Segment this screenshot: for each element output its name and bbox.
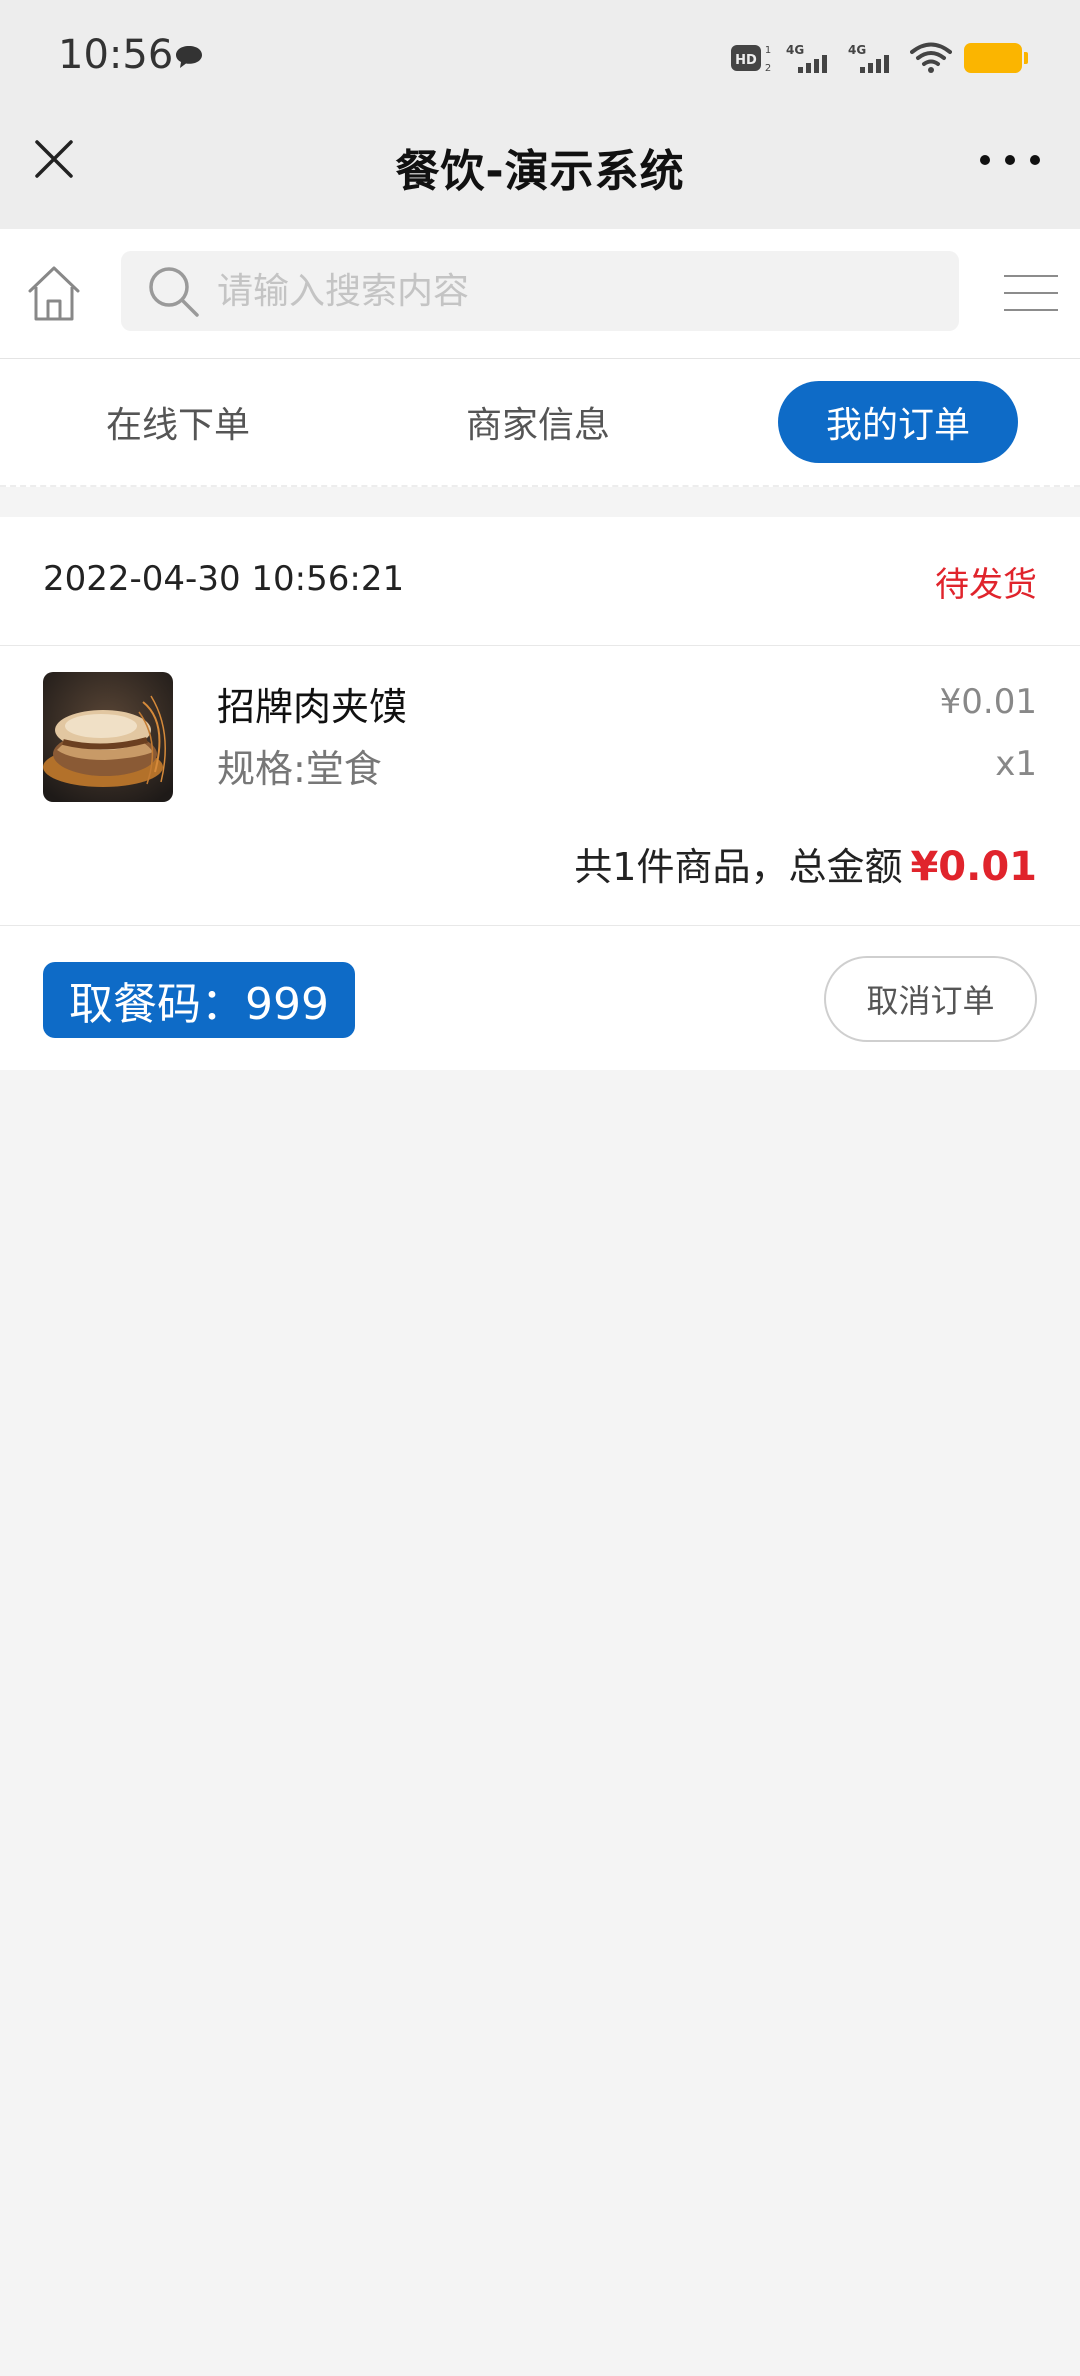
- search-icon: [149, 267, 199, 317]
- page-title: 餐饮-演示系统: [395, 146, 685, 197]
- title-bar: 餐饮-演示系统: [0, 115, 1080, 229]
- hd-label: HD: [735, 53, 757, 68]
- search-input[interactable]: [217, 251, 917, 331]
- status-indicators: HD 1 2 4G 4G: [730, 38, 1028, 78]
- more-dot: [980, 155, 990, 165]
- more-dot: [1005, 155, 1015, 165]
- hd-icon: HD 1 2: [731, 45, 771, 74]
- product-price: ¥0.01: [939, 682, 1037, 722]
- order-total: ¥0.01: [910, 844, 1037, 890]
- menu-line: [1004, 292, 1058, 294]
- order-item[interactable]: 招牌肉夹馍 规格:堂食 ¥0.01 x1 共1件商品，总金额 ¥0.01: [0, 646, 1080, 926]
- product-quantity: x1: [995, 744, 1037, 784]
- more-button[interactable]: [980, 143, 1040, 177]
- order-datetime: 2022-04-30 10:56:21: [43, 559, 405, 599]
- wifi-icon: [910, 42, 952, 73]
- hamburger-menu-icon[interactable]: [1004, 275, 1058, 311]
- order-card: 2022-04-30 10:56:21 待发货 招牌肉夹馍 规格:堂食 ¥0.0…: [0, 517, 1080, 1070]
- signal-2-icon: 4G: [848, 43, 889, 73]
- svg-text:2: 2: [765, 63, 771, 74]
- tab-bar: 在线下单 商家信息 我的订单: [0, 359, 1080, 487]
- tab-my-orders[interactable]: 我的订单: [778, 381, 1018, 463]
- pickup-code-badge: 取餐码：999: [43, 962, 355, 1038]
- signal-1-icon: 4G: [786, 43, 827, 73]
- signal-2-label: 4G: [848, 43, 866, 57]
- search-header: [0, 229, 1080, 359]
- tab-online-order[interactable]: 在线下单: [58, 381, 298, 463]
- chat-bubble-icon: [176, 46, 202, 68]
- menu-line: [1004, 275, 1058, 277]
- order-summary: 共1件商品，总金额 ¥0.01: [574, 836, 1037, 891]
- status-bar: 10:56 HD 1 2 4G 4G: [0, 0, 1080, 115]
- order-status: 待发货: [935, 565, 1037, 605]
- more-dot: [1030, 155, 1040, 165]
- battery-icon: [964, 43, 1028, 73]
- tab-merchant-info[interactable]: 商家信息: [418, 381, 658, 463]
- order-header: 2022-04-30 10:56:21 待发货: [0, 517, 1080, 646]
- status-time: 10:56: [58, 32, 174, 78]
- cancel-order-button[interactable]: 取消订单: [824, 956, 1037, 1042]
- svg-text:1: 1: [765, 45, 771, 56]
- home-icon[interactable]: [26, 263, 82, 323]
- menu-line: [1004, 309, 1058, 311]
- product-name: 招牌肉夹馍: [217, 685, 408, 729]
- signal-1-label: 4G: [786, 43, 804, 57]
- product-image: [43, 672, 173, 802]
- search-box[interactable]: [121, 251, 959, 331]
- summary-label: 共1件商品，总金额: [574, 845, 903, 889]
- product-spec: 规格:堂食: [217, 747, 382, 791]
- order-footer: 取餐码：999 取消订单: [0, 926, 1080, 1070]
- top-chrome: 10:56 HD 1 2 4G 4G 餐饮-演示系统: [0, 0, 1080, 229]
